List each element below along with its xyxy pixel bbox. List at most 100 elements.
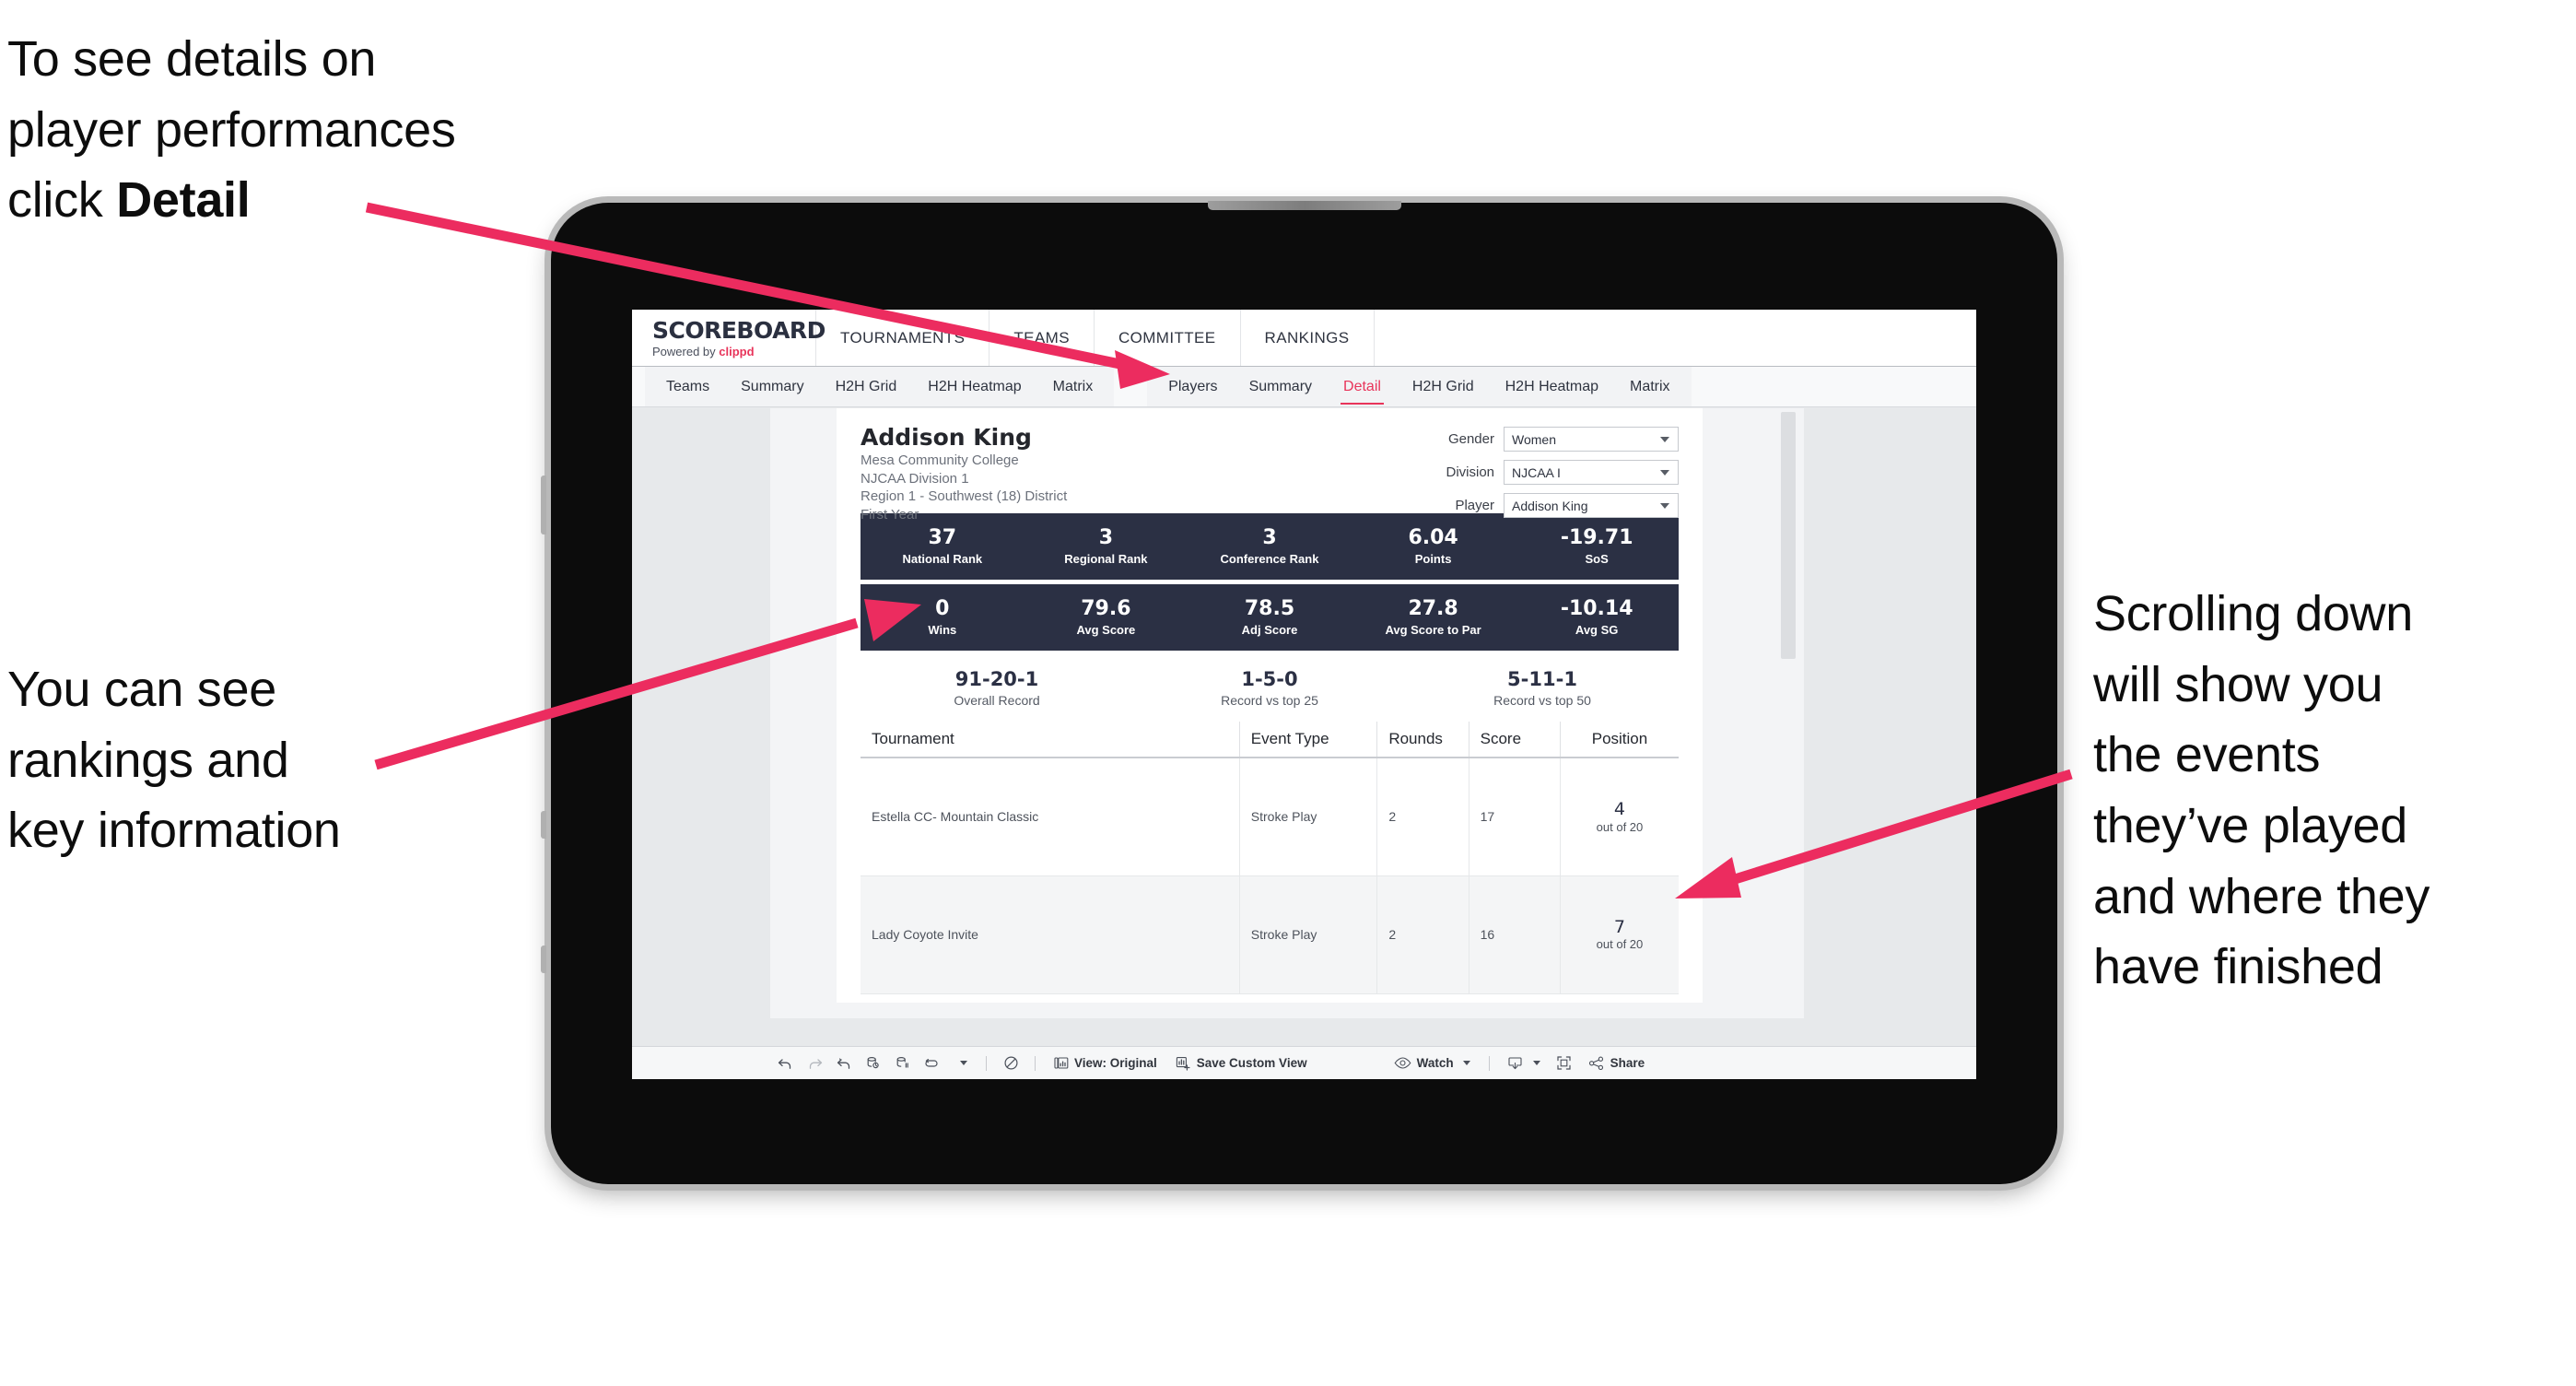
watch-button[interactable]: Watch	[1385, 1047, 1480, 1079]
annotation-scrolling-line1: Scrolling down	[2093, 586, 2413, 641]
cell-position-number: 4	[1613, 798, 1626, 819]
annotation-detail-line3: click Detail	[7, 165, 615, 236]
tab-teams[interactable]: Teams	[650, 367, 725, 406]
record-top25: 1-5-0 Record vs top 25	[1133, 668, 1406, 708]
table-row[interactable]: Estella CC- Mountain Classic Stroke Play…	[861, 758, 1679, 876]
topnav-tournaments[interactable]: TOURNAMENTS	[816, 310, 990, 366]
stat-adj-score-value: 78.5	[1244, 596, 1295, 620]
annotation-detail-line3-bold: Detail	[116, 172, 251, 229]
record-top50: 5-11-1 Record vs top 50	[1406, 667, 1679, 709]
view-original-icon	[1054, 1056, 1069, 1071]
cell-rounds: 2	[1376, 758, 1469, 876]
eye-icon	[1394, 1057, 1411, 1069]
stat-sos-value: -19.71	[1560, 525, 1633, 549]
records-row: 91-20-1 Overall Record 1-5-0 Record vs t…	[861, 655, 1679, 722]
stat-sos: -19.71 SoS	[1515, 525, 1679, 566]
record-overall-label: Overall Record	[954, 693, 1040, 709]
stat-points-value: 6.04	[1408, 525, 1458, 549]
events-table-header-row: Tournament Event Type Rounds Score Posit…	[861, 722, 1679, 758]
filter-label-division: Division	[1446, 464, 1494, 480]
tab-teams-matrix[interactable]: Matrix	[1037, 367, 1109, 406]
tab-players-detail[interactable]: Detail	[1328, 367, 1397, 406]
stat-conference-rank-label: Conference Rank	[1220, 552, 1319, 567]
gender-select[interactable]: Women	[1504, 427, 1679, 452]
brand-logo[interactable]: SCOREBOARD Powered by clippd	[632, 310, 825, 366]
tab-players-h2h-grid[interactable]: H2H Grid	[1397, 367, 1490, 406]
cell-score: 17	[1469, 758, 1561, 876]
topnav-teams[interactable]: TEAMS	[989, 310, 1095, 366]
tableau-toolbar: View: Original Save Custom View Watch Sh…	[632, 1046, 1976, 1079]
undo-icon[interactable]	[770, 1047, 800, 1079]
brand-powered-prefix: Powered by	[652, 344, 720, 358]
col-header-tournament[interactable]: Tournament	[861, 722, 1240, 758]
tablet-side-button-3	[541, 946, 546, 973]
stat-conference-rank: 3 Conference Rank	[1188, 526, 1352, 567]
share-label: Share	[1610, 1056, 1645, 1070]
tab-teams-h2h-heatmap[interactable]: H2H Heatmap	[912, 367, 1036, 406]
tab-players-h2h-heatmap[interactable]: H2H Heatmap	[1490, 367, 1614, 406]
stat-wins: 0 Wins	[861, 597, 1025, 638]
brand-subtitle: Powered by clippd	[652, 346, 815, 358]
refresh-data-icon[interactable]	[859, 1047, 888, 1079]
stat-adj-score-label: Adj Score	[1241, 623, 1298, 638]
filter-row-gender: Gender Women	[1402, 427, 1679, 452]
stat-wins-label: Wins	[928, 623, 957, 638]
stats-bar-scoring: 0 Wins 79.6 Avg Score 78.5 Adj Score 27.…	[861, 584, 1679, 651]
col-header-score[interactable]: Score	[1469, 722, 1561, 758]
gender-select-value: Women	[1512, 431, 1556, 447]
tabgroup-players: Players Summary Detail H2H Grid H2H Heat…	[1147, 367, 1692, 406]
stat-avg-sg-value: -10.14	[1560, 596, 1633, 620]
chevron-down-icon[interactable]	[947, 1047, 977, 1079]
fullscreen-icon[interactable]	[1550, 1047, 1579, 1079]
annotation-scrolling-line5: and where they	[2093, 868, 2430, 924]
view-original-button[interactable]: View: Original	[1045, 1047, 1166, 1079]
undo-all-icon[interactable]	[918, 1047, 947, 1079]
cell-position: 7 out of 20	[1560, 875, 1679, 994]
share-button[interactable]: Share	[1579, 1047, 1655, 1079]
caret-glyph	[960, 1061, 967, 1065]
stat-avg-score-to-par-value: 27.8	[1408, 596, 1458, 620]
col-header-position[interactable]: Position	[1560, 722, 1679, 758]
pause-data-icon[interactable]	[888, 1047, 918, 1079]
download-button[interactable]	[1499, 1047, 1550, 1079]
app-screen: SCOREBOARD Powered by clippd TOURNAMENTS…	[632, 310, 1976, 1079]
filter-row-division: Division NJCAA I	[1402, 460, 1679, 485]
tab-teams-summary[interactable]: Summary	[725, 367, 819, 406]
revert-icon[interactable]	[829, 1047, 859, 1079]
save-custom-view-button[interactable]: Save Custom View	[1166, 1047, 1317, 1079]
stat-national-rank-label: National Rank	[902, 552, 983, 567]
cell-position: 4 out of 20	[1560, 758, 1679, 876]
stat-avg-sg: -10.14 Avg SG	[1515, 596, 1679, 637]
record-top50-label: Record vs top 50	[1493, 693, 1591, 709]
toolbar-divider	[1488, 1055, 1490, 1071]
cell-rounds: 2	[1376, 875, 1469, 994]
chevron-down-icon	[1462, 1061, 1470, 1065]
chevron-down-icon	[1532, 1061, 1540, 1065]
stat-points-label: Points	[1414, 552, 1452, 567]
col-header-event-type[interactable]: Event Type	[1239, 722, 1378, 758]
topnav-committee[interactable]: COMMITTEE	[1095, 310, 1241, 366]
annotation-rankings-line1: You can see	[7, 662, 276, 717]
cell-tournament: Estella CC- Mountain Classic	[861, 758, 1240, 876]
stat-points: 6.04 Points	[1352, 525, 1516, 567]
col-header-rounds[interactable]: Rounds	[1376, 722, 1469, 758]
app-tabstrip: Teams Summary H2H Grid H2H Heatmap Matri…	[632, 367, 1976, 407]
stat-avg-score-to-par-label: Avg Score to Par	[1385, 623, 1481, 638]
record-top50-value: 5-11-1	[1507, 667, 1577, 690]
vertical-scrollbar[interactable]	[1781, 412, 1796, 659]
player-select[interactable]: Addison King	[1504, 493, 1679, 518]
tab-players[interactable]: Players	[1153, 367, 1233, 406]
pause-auto-updates-icon[interactable]	[996, 1047, 1025, 1079]
stat-national-rank: 37 National Rank	[861, 526, 1025, 567]
cell-score: 16	[1469, 875, 1561, 994]
events-table-body: Estella CC- Mountain Classic Stroke Play…	[861, 758, 1679, 994]
topnav-rankings[interactable]: RANKINGS	[1241, 310, 1375, 366]
record-overall-value: 91-20-1	[954, 667, 1039, 690]
division-select[interactable]: NJCAA I	[1504, 460, 1679, 485]
stat-regional-rank-label: Regional Rank	[1064, 552, 1148, 567]
tab-players-matrix[interactable]: Matrix	[1614, 367, 1686, 406]
tab-teams-h2h-grid[interactable]: H2H Grid	[820, 367, 913, 406]
table-row[interactable]: Lady Coyote Invite Stroke Play 2 16 7 ou…	[861, 875, 1679, 994]
tab-players-summary[interactable]: Summary	[1234, 367, 1328, 406]
redo-icon[interactable]	[800, 1047, 829, 1079]
